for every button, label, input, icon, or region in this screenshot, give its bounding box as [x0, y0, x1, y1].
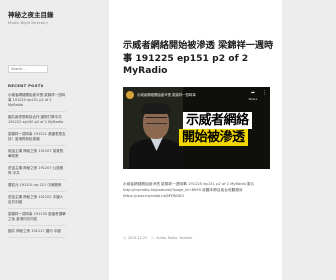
share-label[interactable]: Share	[248, 97, 258, 101]
post-meta: ◷ 2019-12-25 ▭ Audio, Radio, Youtube	[123, 236, 192, 240]
site-description: Mystic Night Directory	[8, 21, 48, 25]
recent-post-link[interactable]: 蕭若元 191201 ep 211 中美關係	[8, 183, 66, 192]
recent-post-link[interactable]: 國共兩黨想和談合作 國際打擊中共 191222 ep150 p2 of 2 My…	[8, 115, 66, 129]
recent-post-link[interactable]: 國共 神秘之夜 191117 國內 中國	[8, 229, 66, 238]
site-title[interactable]: 神秘之夜主目錄	[8, 9, 92, 19]
more-options-icon[interactable]: ⋮	[262, 90, 267, 96]
post-excerpt: 示威者網絡開始被滲透 梁錦祥一週時事 191225 ep151 p2 of 2 …	[123, 182, 255, 198]
recent-post-link[interactable]: 梁錦祥一週時事 191221 美國表態支持！香港再掀民運潮	[8, 132, 66, 146]
post-card: 示威者網絡開始被滲透 梁錦祥一週時事 191225 ep151 p2 of 2 …	[109, 0, 282, 280]
thumbnail-headline-line2: 開始被滲透	[179, 129, 248, 146]
presenter-hair	[142, 103, 170, 114]
video-title[interactable]: 示威者網絡開始被滲透 梁錦祥一週時事	[137, 92, 196, 97]
recent-post-link[interactable]: 姬宙主講 神秘之夜 191207 英美對華政策	[8, 149, 66, 163]
recent-posts-heading: RECENT POSTS	[8, 83, 44, 88]
clock-icon: ◷	[123, 236, 126, 240]
sidebar: 神秘之夜主目錄 Mystic Night Directory RECENT PO…	[0, 0, 98, 280]
recent-post-link[interactable]: 示威者網絡開始被滲透 梁錦祥一週時事 191225 ep151 p2 of 2 …	[8, 93, 66, 112]
channel-avatar-icon[interactable]	[126, 91, 134, 99]
post-categories[interactable]: Audio, Radio, Youtube	[156, 236, 192, 240]
search-input[interactable]	[8, 65, 48, 73]
video-embed[interactable]: 示威者網絡開始被滲透 梁錦祥一週時事 ➦ Share ⋮ 示威者網絡 開始被滲透	[123, 87, 270, 169]
folder-icon: ▭	[151, 236, 155, 240]
presenter-glasses	[146, 117, 167, 124]
thumbnail-headline-line1: 示威者網絡	[183, 112, 252, 129]
recent-post-link[interactable]: 梁錦祥一週時事 191130 區議會選舉之後 香港何去何從	[8, 212, 66, 226]
post-title[interactable]: 示威者網絡開始被滲透 梁錦祥一週時事 191225 ep151 p2 of 2 …	[123, 40, 275, 78]
share-icon[interactable]: ➦	[248, 90, 258, 96]
recent-post-link[interactable]: 莊宙主講 神秘之夜 191202 中國人反抗中國	[8, 195, 66, 209]
recent-post-link[interactable]: 莊宙主講 神秘之夜 191207 公投都係 中共	[8, 166, 66, 180]
post-date[interactable]: 2019-12-25	[128, 236, 147, 240]
